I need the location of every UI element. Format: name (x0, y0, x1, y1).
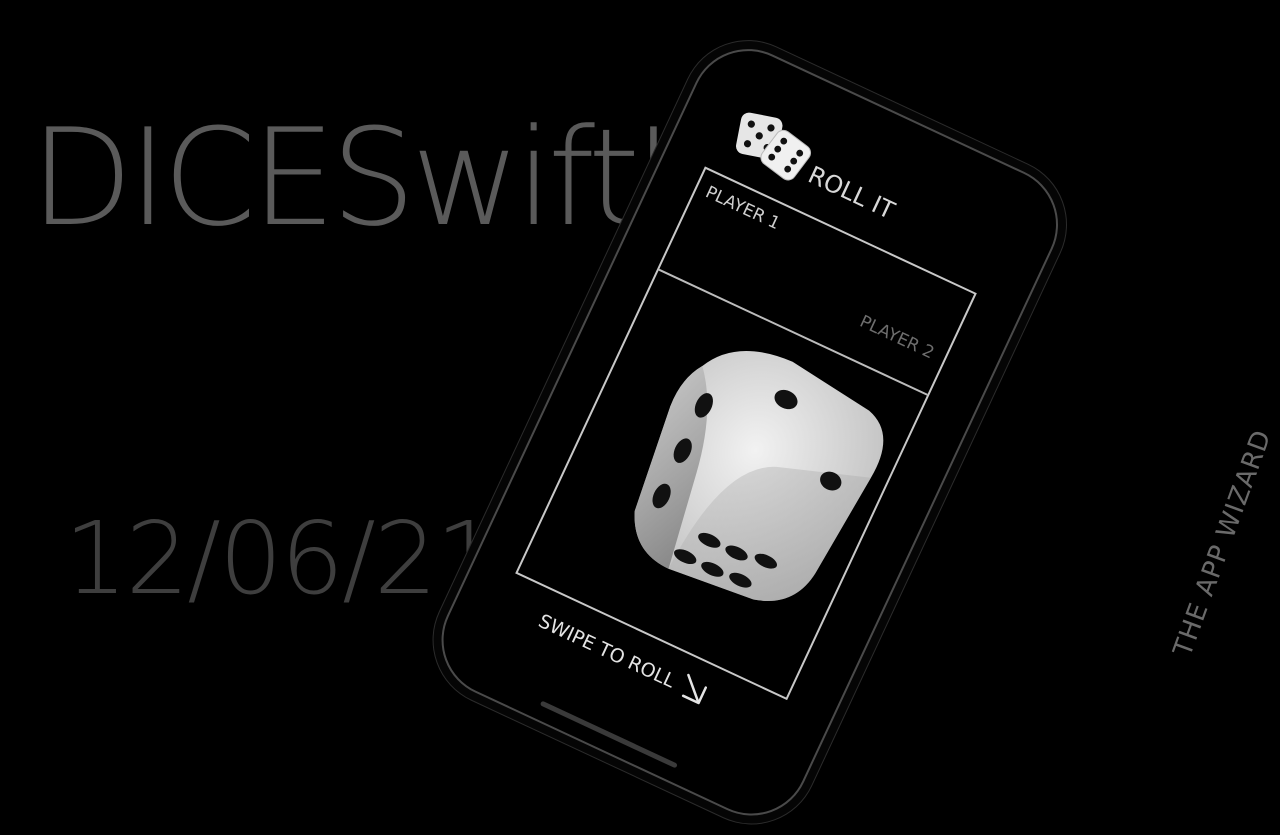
hero-date: 12/06/21 (64, 500, 499, 617)
home-indicator (539, 700, 678, 769)
app-title: ROLL IT (803, 160, 899, 225)
player-1-label: PLAYER 1 (702, 182, 783, 235)
brand-vertical-text: THE APP WIZARD (1168, 425, 1278, 661)
player-2-label: PLAYER 2 (856, 311, 938, 364)
die-3d-icon[interactable] (577, 295, 927, 650)
swipe-to-roll-label: SWIPE TO ROLL (535, 610, 679, 693)
